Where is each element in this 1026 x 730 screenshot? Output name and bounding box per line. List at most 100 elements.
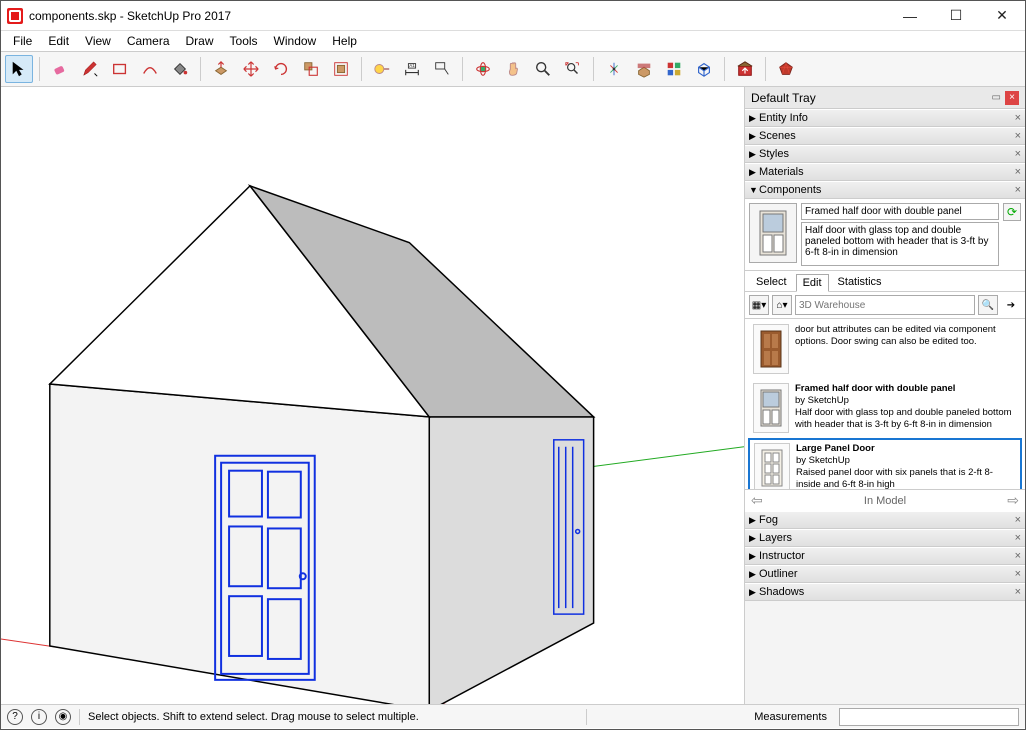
search-input[interactable]	[795, 295, 975, 315]
nav-next-icon[interactable]: ⇨	[1007, 492, 1019, 509]
menu-help[interactable]: Help	[324, 33, 365, 49]
menu-window[interactable]: Window	[266, 33, 325, 49]
svg-text:A1: A1	[409, 63, 415, 68]
app-icon	[7, 8, 23, 24]
forward-icon[interactable]: ➔	[1001, 295, 1021, 315]
tape-tool-icon[interactable]	[368, 55, 396, 83]
toolbar: A1	[1, 51, 1025, 87]
panel-scenes[interactable]: ▶Scenes×	[745, 127, 1025, 145]
panel-outliner[interactable]: ▶Outliner×	[745, 565, 1025, 583]
zoom-tool-icon[interactable]	[529, 55, 557, 83]
panel-layers[interactable]: ▶Layers×	[745, 529, 1025, 547]
view-options-icon[interactable]	[660, 55, 688, 83]
list-item[interactable]: Large Panel Doorby SketchUpRaised panel …	[748, 438, 1022, 489]
door-thumb-icon	[753, 383, 789, 433]
dimension-tool-icon[interactable]: A1	[398, 55, 426, 83]
components-panel-body: Framed half door with double panel Half …	[745, 199, 1025, 511]
nav-label: In Model	[864, 495, 906, 507]
panel-materials[interactable]: ▶Materials×	[745, 163, 1025, 181]
panel-close-icon[interactable]: ×	[1015, 532, 1021, 544]
paint-bucket-icon[interactable]	[166, 55, 194, 83]
tray-title: Default Tray ▭ ×	[745, 87, 1025, 109]
panel-close-icon[interactable]: ×	[1015, 568, 1021, 580]
tab-select[interactable]: Select	[749, 273, 794, 291]
info-icon[interactable]: i	[31, 709, 47, 725]
panel-close-icon[interactable]: ×	[1015, 514, 1021, 526]
pin-icon[interactable]: ▭	[992, 92, 1001, 103]
component-nav: ⇦ In Model ⇨	[745, 489, 1025, 511]
measurements-field[interactable]	[839, 708, 1019, 726]
pushpull-tool-icon[interactable]	[207, 55, 235, 83]
select-mode-icon[interactable]: ▦▾	[749, 295, 769, 315]
menu-file[interactable]: File	[5, 33, 40, 49]
list-item-desc: Raised panel door with six panels that i…	[796, 467, 1016, 489]
select-tool-icon[interactable]	[5, 55, 33, 83]
view-iso-icon[interactable]	[690, 55, 718, 83]
move-tool-icon[interactable]	[237, 55, 265, 83]
close-button[interactable]: ✕	[979, 1, 1025, 31]
axes-tool-icon[interactable]	[600, 55, 628, 83]
menu-edit[interactable]: Edit	[40, 33, 77, 49]
titlebar: components.skp - SketchUp Pro 2017 — ☐ ✕	[1, 1, 1025, 31]
rectangle-tool-icon[interactable]	[106, 55, 134, 83]
minimize-button[interactable]: —	[887, 1, 933, 31]
list-item[interactable]: Framed half door with double panelby Ske…	[748, 379, 1022, 437]
panel-instructor[interactable]: ▶Instructor×	[745, 547, 1025, 565]
list-item-author: by SketchUp	[796, 455, 1016, 467]
menu-view[interactable]: View	[77, 33, 119, 49]
maximize-button[interactable]: ☐	[933, 1, 979, 31]
panel-entity-info[interactable]: ▶Entity Info×	[745, 109, 1025, 127]
menu-draw[interactable]: Draw	[178, 33, 222, 49]
list-item[interactable]: door but attributes can be edited via co…	[748, 320, 1022, 378]
tab-statistics[interactable]: Statistics	[831, 273, 889, 291]
panel-components[interactable]: ▼Components×	[745, 181, 1025, 199]
eraser-tool-icon[interactable]	[46, 55, 74, 83]
search-icon[interactable]: 🔍	[978, 295, 998, 315]
scale-tool-icon[interactable]	[297, 55, 325, 83]
nav-prev-icon[interactable]: ⇦	[751, 492, 763, 509]
home-icon[interactable]: ⌂▾	[772, 295, 792, 315]
tab-edit[interactable]: Edit	[796, 274, 829, 292]
component-desc-field[interactable]: Half door with glass top and double pane…	[801, 222, 999, 266]
panel-close-icon[interactable]: ×	[1015, 112, 1021, 124]
list-item-desc: Half door with glass top and double pane…	[795, 407, 1017, 431]
list-item-title: Framed half door with double panel	[795, 383, 1017, 395]
panel-fog[interactable]: ▶Fog×	[745, 511, 1025, 529]
pan-tool-icon[interactable]	[499, 55, 527, 83]
list-item-title: Large Panel Door	[796, 443, 1016, 455]
component-thumbnail	[749, 203, 797, 263]
text-tool-icon[interactable]	[428, 55, 456, 83]
statusbar: ? i ◉ Select objects. Shift to extend se…	[1, 704, 1025, 728]
section-tool-icon[interactable]	[630, 55, 658, 83]
tray-title-text: Default Tray	[751, 91, 816, 105]
viewport-3d[interactable]	[1, 87, 745, 704]
menubar: File Edit View Camera Draw Tools Window …	[1, 31, 1025, 51]
rotate-tool-icon[interactable]	[267, 55, 295, 83]
panel-shadows[interactable]: ▶Shadows×	[745, 583, 1025, 601]
component-list: door but attributes can be edited via co…	[745, 319, 1025, 489]
tray-close-icon[interactable]: ×	[1005, 91, 1019, 105]
pencil-tool-icon[interactable]	[76, 55, 104, 83]
ruby-console-icon[interactable]	[772, 55, 800, 83]
panel-styles[interactable]: ▶Styles×	[745, 145, 1025, 163]
panel-close-icon[interactable]: ×	[1015, 130, 1021, 142]
extension-warehouse-icon[interactable]	[731, 55, 759, 83]
refresh-icon[interactable]: ⟳	[1003, 203, 1021, 221]
person-icon[interactable]: ◉	[55, 709, 71, 725]
panel-close-icon[interactable]: ×	[1015, 148, 1021, 160]
door-thumb-icon	[753, 324, 789, 374]
panel-close-icon[interactable]: ×	[1015, 184, 1021, 196]
offset-tool-icon[interactable]	[327, 55, 355, 83]
help-icon[interactable]: ?	[7, 709, 23, 725]
panel-close-icon[interactable]: ×	[1015, 550, 1021, 562]
status-hint: Select objects. Shift to extend select. …	[88, 711, 419, 723]
menu-camera[interactable]: Camera	[119, 33, 178, 49]
orbit-tool-icon[interactable]	[469, 55, 497, 83]
arc-tool-icon[interactable]	[136, 55, 164, 83]
component-name-field[interactable]: Framed half door with double panel	[801, 203, 999, 220]
panel-close-icon[interactable]: ×	[1015, 586, 1021, 598]
zoom-extents-icon[interactable]	[559, 55, 587, 83]
menu-tools[interactable]: Tools	[222, 33, 266, 49]
panel-close-icon[interactable]: ×	[1015, 166, 1021, 178]
tray-empty-space	[745, 601, 1025, 704]
